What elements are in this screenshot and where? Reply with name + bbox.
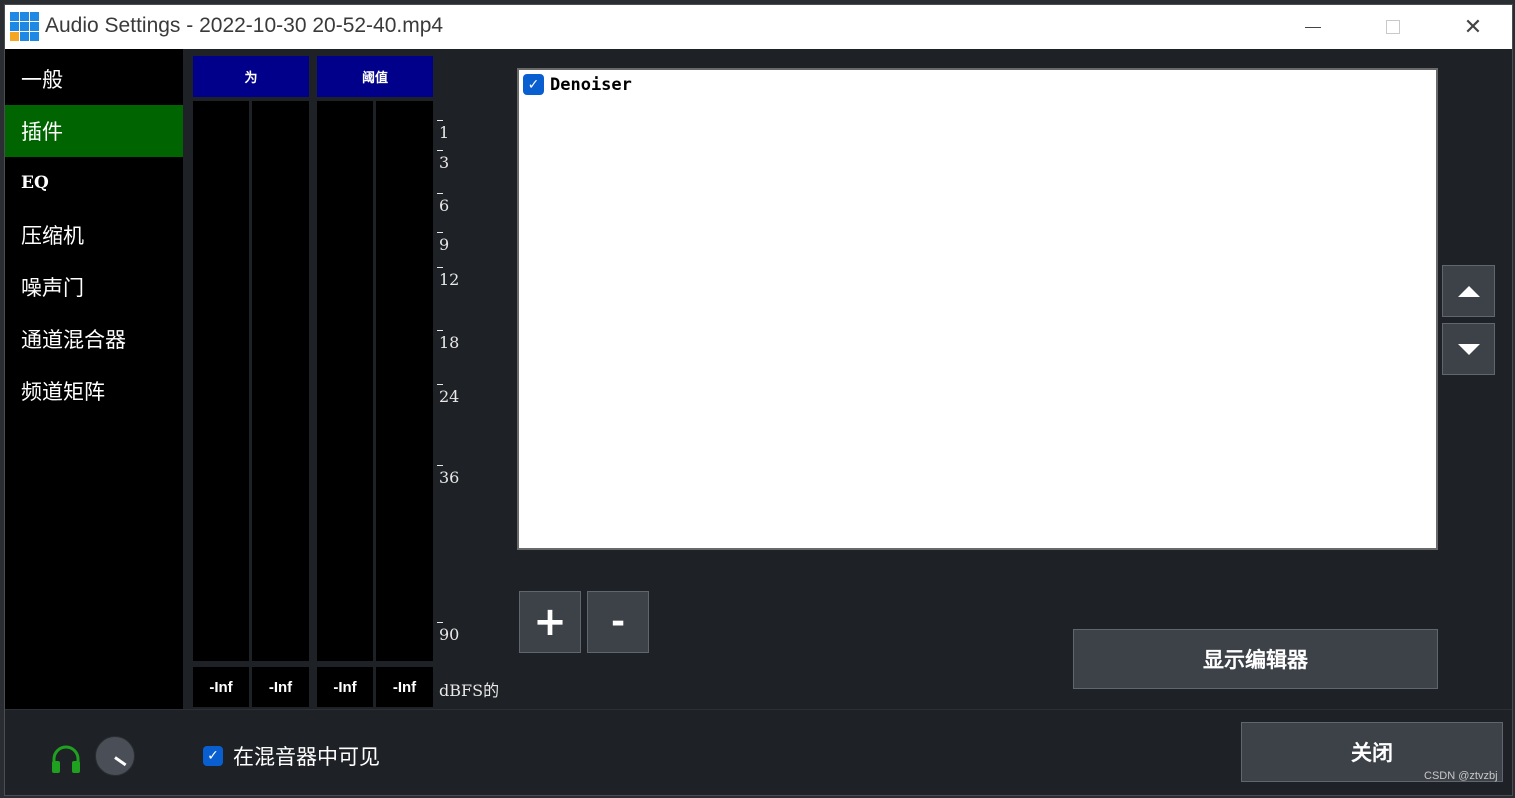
- meter-scale-tick: 9: [436, 232, 450, 254]
- meter-value: -Inf: [193, 667, 249, 707]
- maximize-icon: [1386, 20, 1400, 34]
- sidebar-item-noise-gate[interactable]: 噪声门: [5, 261, 183, 313]
- watermark: CSDN @ztvzbj: [1424, 770, 1498, 782]
- meter-scale-tick: 3: [436, 150, 450, 172]
- move-up-button[interactable]: [1442, 265, 1495, 317]
- meter-scale-tick: 18: [436, 330, 460, 352]
- remove-plugin-button[interactable]: -: [587, 591, 649, 653]
- close-window-button[interactable]: ✕: [1433, 5, 1512, 49]
- visible-in-mixer-label: 在混音器中可见: [233, 745, 380, 769]
- sidebar: 一般 插件 EQ 压缩机 噪声门 通道混合器 频道矩阵: [5, 49, 183, 709]
- meter-scale-tick: 6: [436, 193, 450, 215]
- minimize-icon: [1305, 26, 1321, 28]
- plugin-name: Denoiser: [550, 74, 632, 95]
- meter-scale-tick: 90: [436, 622, 460, 644]
- close-icon: ✕: [1463, 14, 1483, 40]
- move-down-button[interactable]: [1442, 323, 1495, 375]
- meter-header-right: 阈值: [317, 56, 433, 97]
- arrow-down-icon: [1457, 343, 1480, 355]
- level-meters: 为 阈值 -Inf -Inf -Inf -Inf 1 3 6 9 12 18 2…: [183, 49, 501, 709]
- window-title: Audio Settings - 2022-10-30 20-52-40.mp4: [45, 14, 444, 37]
- list-item[interactable]: ✓ Denoiser: [523, 74, 632, 95]
- sidebar-item-plugins[interactable]: 插件: [5, 105, 183, 157]
- meter-value: -Inf: [252, 667, 309, 707]
- sidebar-item-general[interactable]: 一般: [5, 53, 183, 105]
- visible-in-mixer-check[interactable]: ✓: [203, 746, 223, 766]
- plugin-list[interactable]: ✓ Denoiser: [517, 68, 1438, 550]
- meter-bar: [252, 101, 309, 661]
- meter-header-left: 为: [193, 56, 309, 97]
- meter-scale-tick: 12: [436, 267, 460, 289]
- check-icon: ✓: [207, 748, 219, 764]
- title-bar[interactable]: Audio Settings - 2022-10-30 20-52-40.mp4…: [5, 5, 1512, 49]
- meter-scale-tick: 24: [436, 384, 460, 406]
- meter-bar: [193, 101, 249, 661]
- audio-settings-window: Audio Settings - 2022-10-30 20-52-40.mp4…: [4, 4, 1513, 796]
- meter-bar: [376, 101, 433, 661]
- meter-unit-label: dBFS的: [439, 681, 500, 700]
- visible-in-mixer-checkbox[interactable]: ✓ 在混音器中可见: [203, 741, 380, 771]
- volume-knob[interactable]: [95, 736, 135, 776]
- meter-bar: [317, 101, 373, 661]
- meter-value: -Inf: [376, 667, 433, 707]
- meter-scale-tick: 1: [436, 120, 450, 142]
- check-icon: ✓: [527, 76, 540, 93]
- sidebar-item-channel-matrix[interactable]: 频道矩阵: [5, 365, 183, 417]
- meter-scale-tick: 36: [436, 465, 460, 487]
- show-editor-button[interactable]: 显示编辑器: [1073, 629, 1438, 689]
- app-grid-icon: [10, 12, 40, 42]
- add-plugin-button[interactable]: +: [519, 591, 581, 653]
- knob-indicator: [114, 756, 127, 767]
- sidebar-item-channel-mixer[interactable]: 通道混合器: [5, 313, 183, 365]
- plugin-enabled-checkbox[interactable]: ✓: [523, 74, 544, 95]
- minimize-button[interactable]: [1273, 5, 1353, 49]
- meter-value: -Inf: [317, 667, 373, 707]
- sidebar-item-eq[interactable]: EQ: [5, 157, 183, 209]
- headphone-icon[interactable]: [49, 744, 83, 774]
- sidebar-item-compressor[interactable]: 压缩机: [5, 209, 183, 261]
- arrow-up-icon: [1457, 285, 1480, 297]
- maximize-button[interactable]: [1353, 5, 1433, 49]
